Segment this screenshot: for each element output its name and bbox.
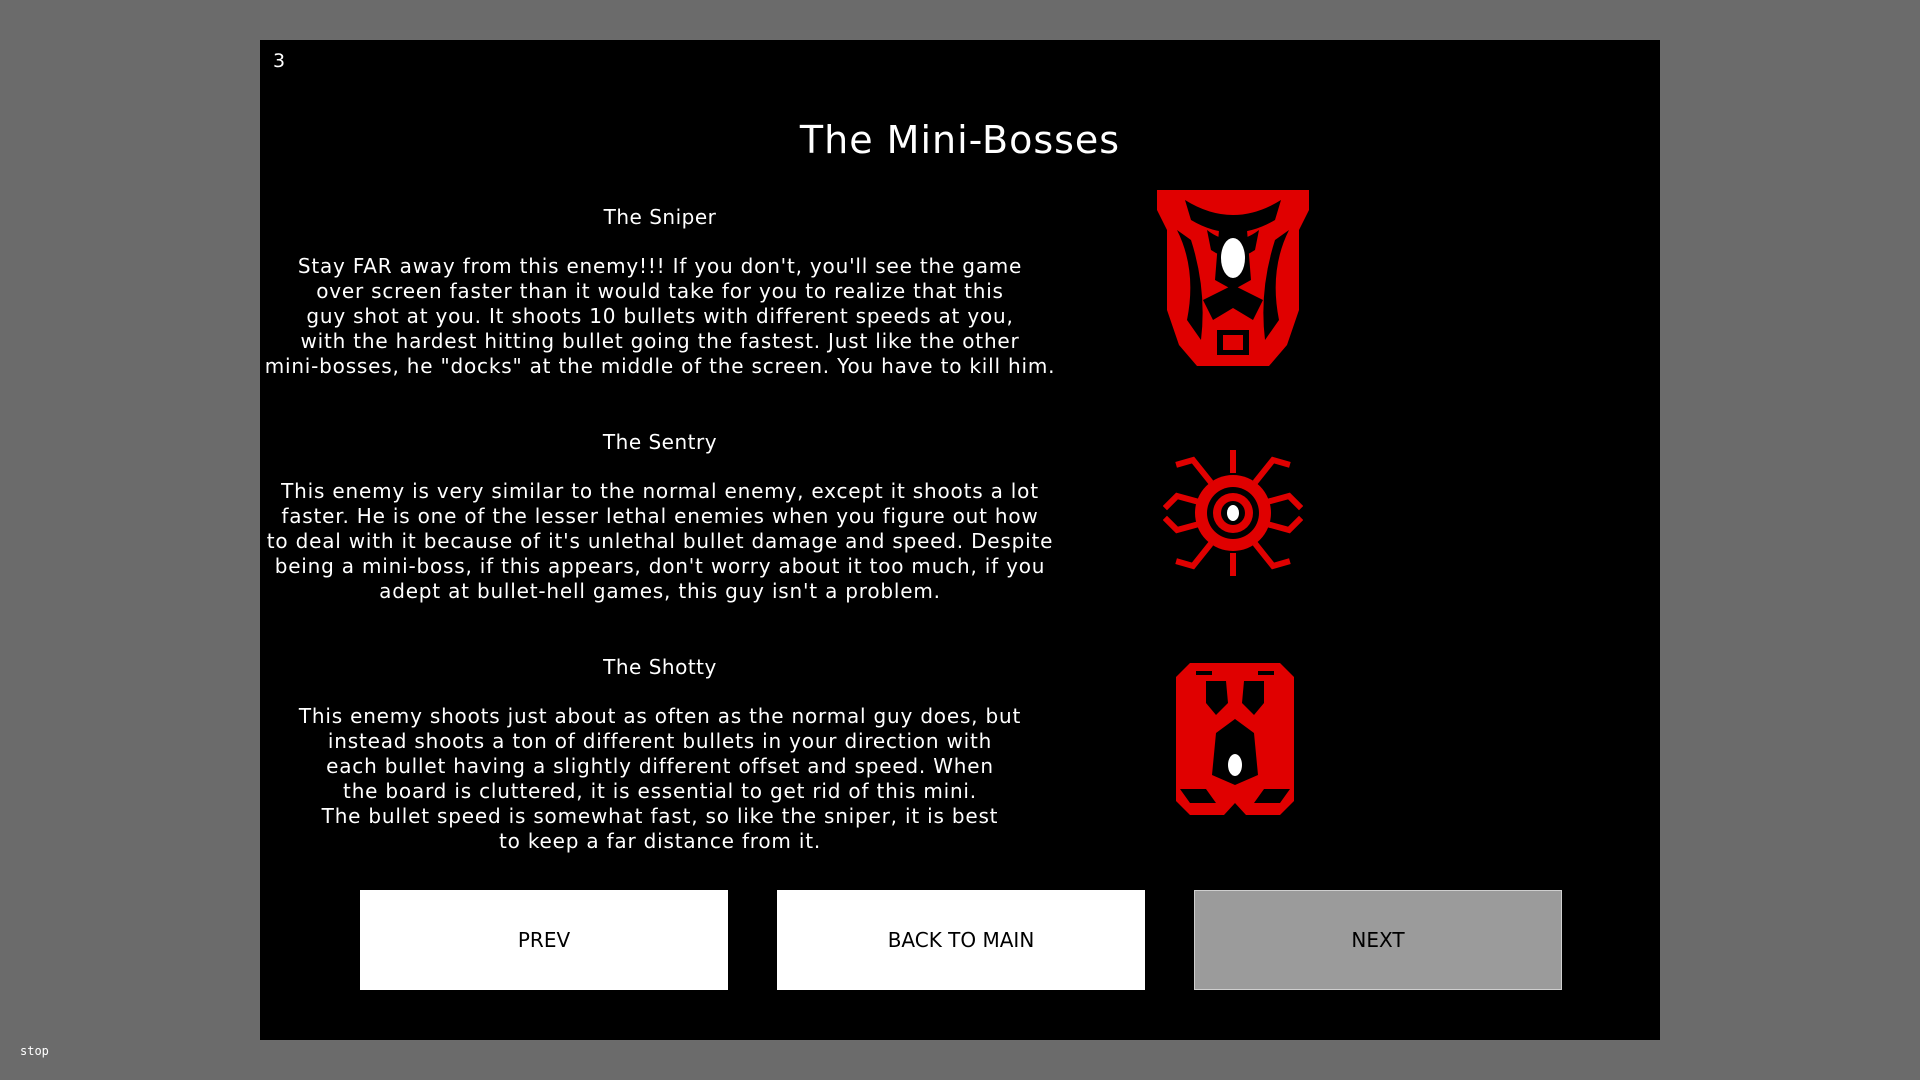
next-button[interactable]: NEXT xyxy=(1194,890,1562,990)
game-canvas: 3 The Mini-Bosses The Sniper Stay FAR aw… xyxy=(260,40,1660,1040)
back-to-main-button[interactable]: BACK TO MAIN xyxy=(777,890,1145,990)
status-text: stop xyxy=(20,1044,49,1058)
page-title: The Mini-Bosses xyxy=(799,118,1121,162)
boss-name-sentry: The Sentry xyxy=(602,430,718,454)
boss-name-shotty: The Shotty xyxy=(603,655,717,679)
page-number: 3 xyxy=(273,50,286,72)
boss-name-sniper: The Sniper xyxy=(603,205,717,229)
boss-description-shotty: This enemy shoots just about as often as… xyxy=(298,704,1022,853)
shotty-sprite-icon xyxy=(1176,663,1294,815)
sentry-sprite-icon xyxy=(1163,450,1303,576)
boss-description-sniper: Stay FAR away from this enemy!!! If you … xyxy=(264,254,1056,378)
boss-description-sentry: This enemy is very similar to the normal… xyxy=(266,479,1054,603)
prev-button[interactable]: PREV xyxy=(360,890,728,990)
sniper-sprite-icon xyxy=(1157,190,1309,366)
